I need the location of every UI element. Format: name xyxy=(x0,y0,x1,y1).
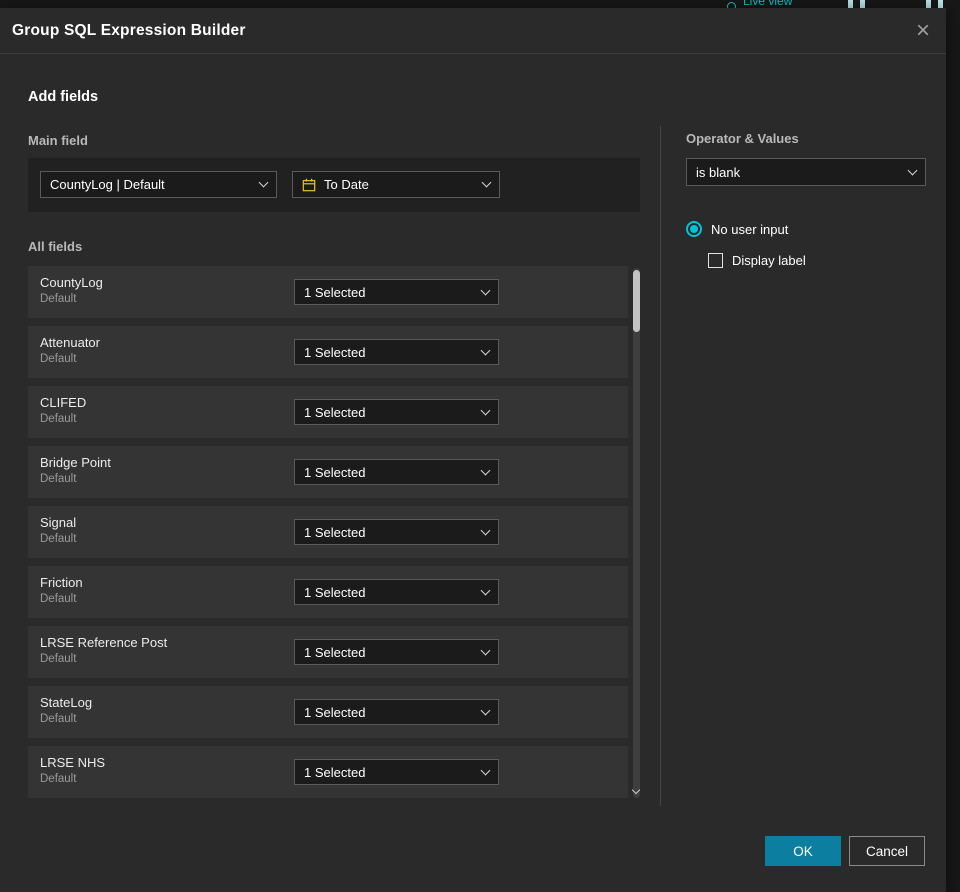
field-select-dropdown[interactable]: 1 Selected xyxy=(294,459,499,485)
field-select-dropdown[interactable]: 1 Selected xyxy=(294,759,499,785)
scrollbar[interactable] xyxy=(631,268,641,798)
selected-count: 1 Selected xyxy=(304,464,366,480)
field-name: LRSE Reference Post xyxy=(40,635,168,650)
field-row: Signal Default 1 Selected xyxy=(28,506,628,558)
column-chart-icon xyxy=(938,0,943,8)
chevron-down-icon xyxy=(481,177,492,188)
no-user-input-radio[interactable] xyxy=(686,221,702,237)
main-field-select-value: CountyLog | Default xyxy=(50,177,165,192)
chevron-down-icon xyxy=(480,405,491,415)
field-select-dropdown[interactable]: 1 Selected xyxy=(294,339,499,365)
section-title: Add fields xyxy=(28,89,99,105)
operator-values-label: Operator & Values xyxy=(686,131,799,146)
field-select-dropdown[interactable]: 1 Selected xyxy=(294,579,499,605)
main-field-row: CountyLog | Default To Date xyxy=(28,158,640,212)
chevron-down-icon xyxy=(480,585,491,595)
main-field-select[interactable]: CountyLog | Default xyxy=(40,171,277,198)
column-chart-icon xyxy=(860,0,865,8)
column-chart-icon xyxy=(926,0,931,8)
selected-count: 1 Selected xyxy=(304,524,366,540)
operator-select[interactable]: is blank xyxy=(686,158,926,186)
main-field-label: Main field xyxy=(28,133,88,148)
selected-count: 1 Selected xyxy=(304,584,366,600)
chevron-down-icon xyxy=(480,765,491,775)
group-sql-expression-builder-dialog: Group SQL Expression Builder × Add field… xyxy=(0,8,946,892)
field-subtitle: Default xyxy=(40,593,77,605)
scrollbar-thumb[interactable] xyxy=(633,270,640,332)
display-label-row: Display label xyxy=(708,253,806,268)
field-select-dropdown[interactable]: 1 Selected xyxy=(294,399,499,425)
field-subtitle: Default xyxy=(40,293,77,305)
ok-button[interactable]: OK xyxy=(765,836,841,866)
app-background-strip xyxy=(946,0,960,892)
field-select-dropdown[interactable]: 1 Selected xyxy=(294,639,499,665)
chevron-down-icon xyxy=(480,465,491,475)
scroll-down-icon[interactable] xyxy=(631,785,641,795)
field-name: StateLog xyxy=(40,695,93,710)
field-select-dropdown[interactable]: 1 Selected xyxy=(294,519,499,545)
date-field-select[interactable]: To Date xyxy=(292,171,500,198)
field-subtitle: Default xyxy=(40,353,77,365)
field-row: LRSE Reference Post Default 1 Selected xyxy=(28,626,628,678)
field-row: Attenuator Default 1 Selected xyxy=(28,326,628,378)
display-label-text: Display label xyxy=(732,253,806,268)
chevron-down-icon xyxy=(480,645,491,655)
dialog-header: Group SQL Expression Builder × xyxy=(0,8,946,54)
field-row: StateLog Default 1 Selected xyxy=(28,686,628,738)
field-name: CountyLog xyxy=(40,275,103,290)
chevron-down-icon xyxy=(480,345,491,355)
all-fields-label: All fields xyxy=(28,239,83,254)
display-label-checkbox[interactable] xyxy=(708,253,723,268)
all-fields-list: CountyLog Default 1 Selected Attenuator … xyxy=(28,266,641,800)
chevron-down-icon xyxy=(258,177,269,188)
field-name: LRSE NHS xyxy=(40,755,106,770)
selected-count: 1 Selected xyxy=(304,404,366,420)
chevron-down-icon xyxy=(480,525,491,535)
field-row: Friction Default 1 Selected xyxy=(28,566,628,618)
operator-select-value: is blank xyxy=(696,164,741,180)
selected-count: 1 Selected xyxy=(304,284,366,300)
field-select-dropdown[interactable]: 1 Selected xyxy=(294,699,499,725)
field-name: CLIFED xyxy=(40,395,87,410)
radio-dot xyxy=(690,225,698,233)
selected-count: 1 Selected xyxy=(304,764,366,780)
column-chart-icon xyxy=(848,0,853,8)
field-subtitle: Default xyxy=(40,413,77,425)
calendar-icon xyxy=(302,178,316,192)
field-name: Friction xyxy=(40,575,83,590)
selected-count: 1 Selected xyxy=(304,344,366,360)
dialog-title: Group SQL Expression Builder xyxy=(12,21,246,39)
chevron-down-icon xyxy=(480,705,491,715)
no-user-input-label: No user input xyxy=(711,221,789,237)
field-subtitle: Default xyxy=(40,473,77,485)
chevron-down-icon xyxy=(480,285,491,295)
field-row: LRSE NHS Default 1 Selected xyxy=(28,746,628,798)
field-subtitle: Default xyxy=(40,653,77,665)
date-field-select-value: To Date xyxy=(324,177,369,192)
no-user-input-row: No user input xyxy=(686,221,788,237)
app-background-topbar: Live view xyxy=(0,0,960,8)
field-subtitle: Default xyxy=(40,533,77,545)
field-row: Bridge Point Default 1 Selected xyxy=(28,446,628,498)
field-name: Attenuator xyxy=(40,335,100,350)
column-divider xyxy=(660,126,661,806)
field-name: Signal xyxy=(40,515,77,530)
selected-count: 1 Selected xyxy=(304,704,366,720)
chevron-down-icon xyxy=(907,165,918,175)
field-select-dropdown[interactable]: 1 Selected xyxy=(294,279,499,305)
close-icon[interactable]: × xyxy=(916,18,930,43)
selected-count: 1 Selected xyxy=(304,644,366,660)
live-view-label: Live view xyxy=(743,0,793,8)
field-name: Bridge Point xyxy=(40,455,111,470)
field-subtitle: Default xyxy=(40,713,77,725)
field-subtitle: Default xyxy=(40,773,77,785)
cancel-button[interactable]: Cancel xyxy=(849,836,925,866)
field-row: CountyLog Default 1 Selected xyxy=(28,266,628,318)
field-row: CLIFED Default 1 Selected xyxy=(28,386,628,438)
